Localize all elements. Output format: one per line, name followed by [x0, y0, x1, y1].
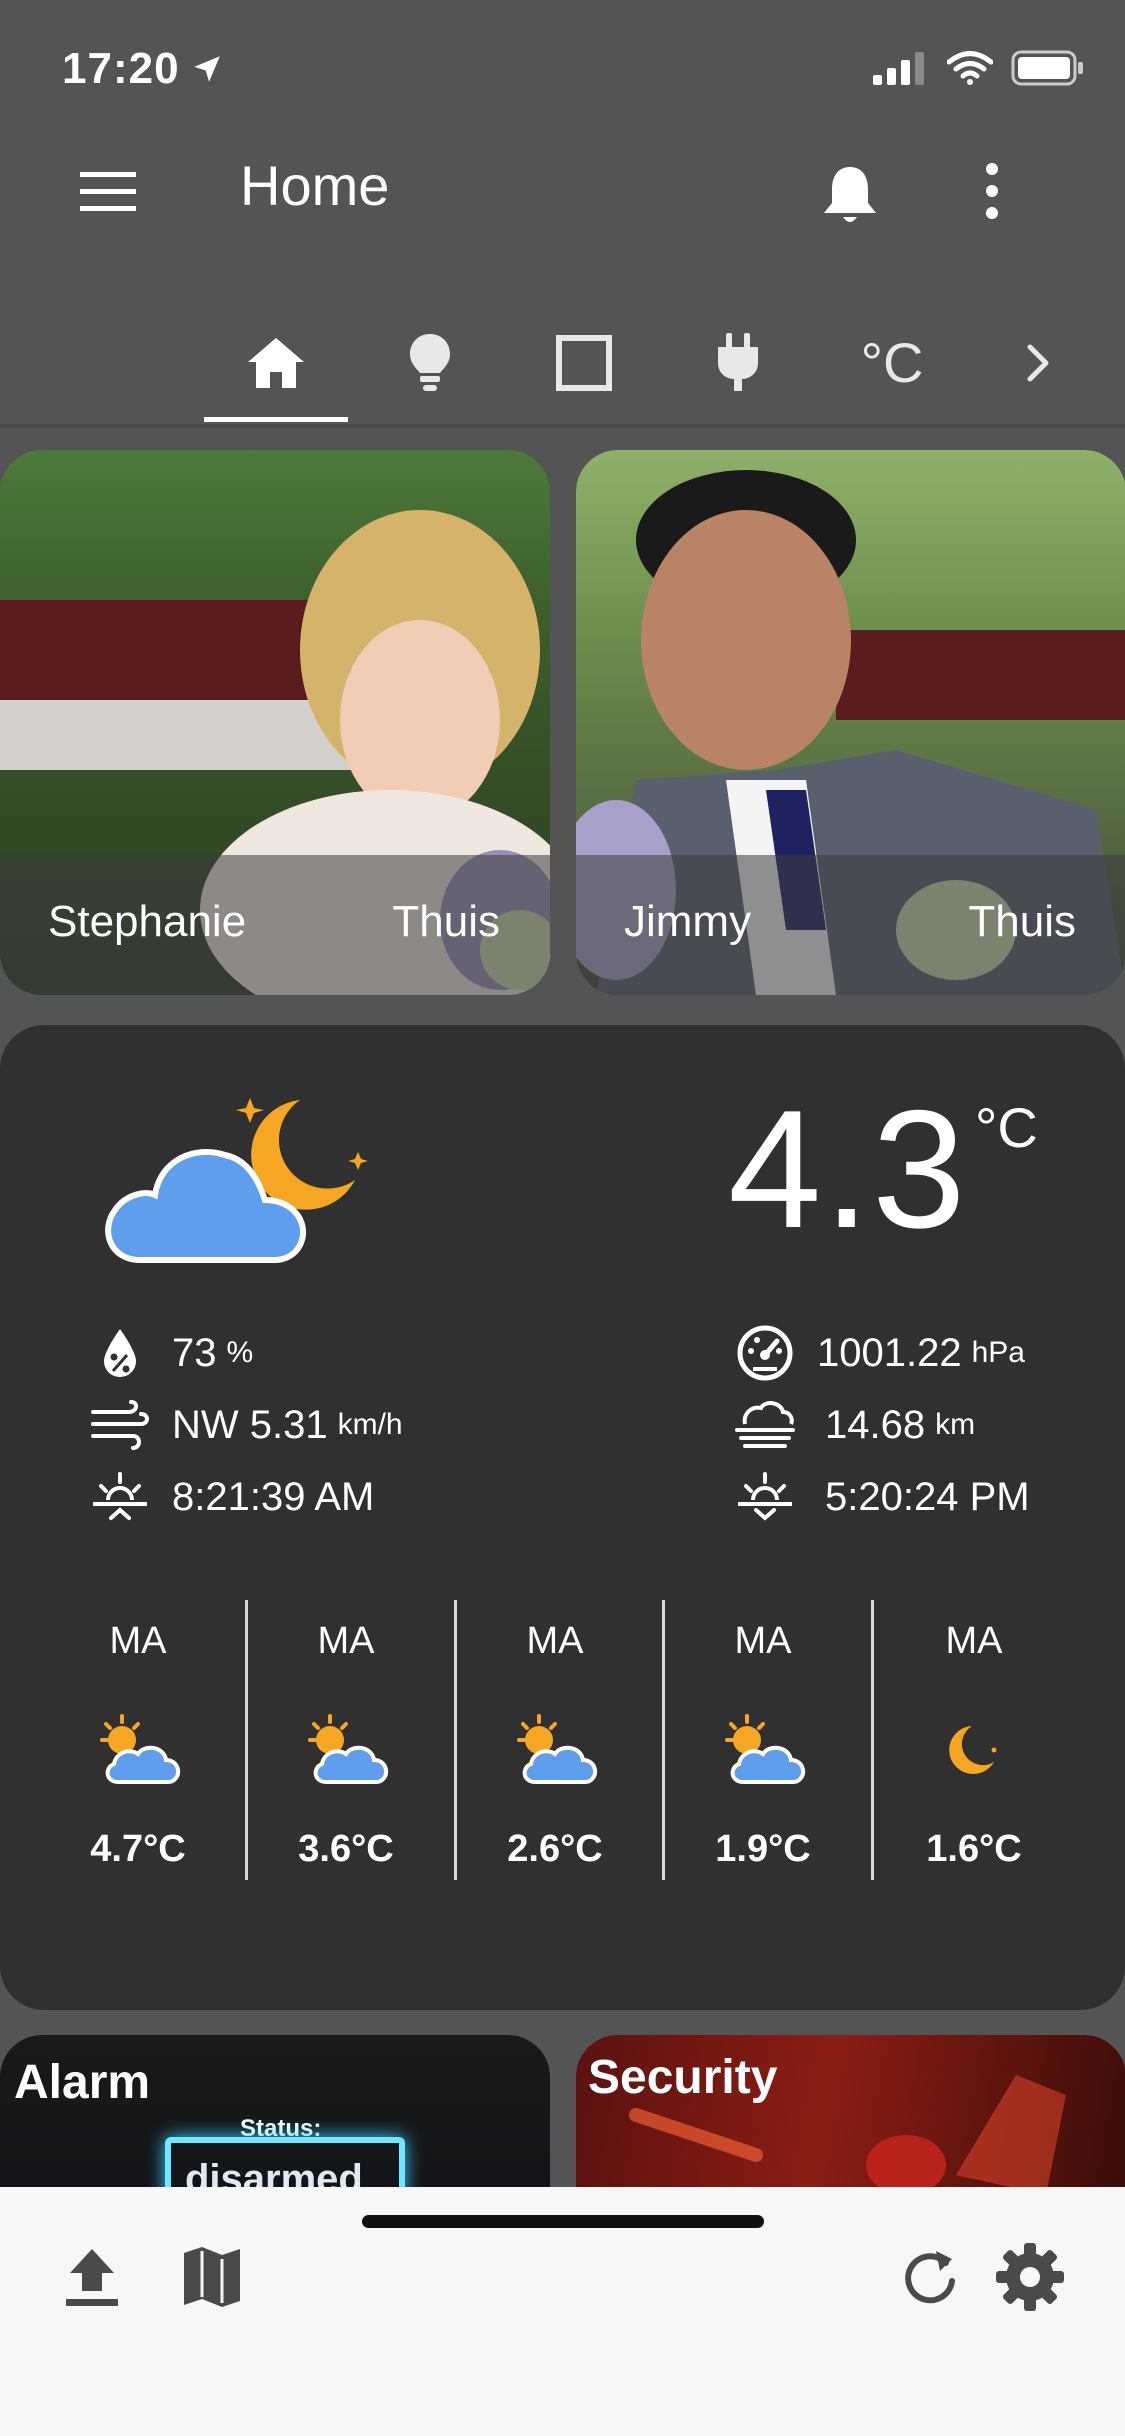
- battery-icon: [1011, 50, 1083, 86]
- upload-button[interactable]: [52, 2237, 132, 2317]
- bell-icon[interactable]: [820, 163, 880, 227]
- refresh-button[interactable]: [890, 2237, 970, 2317]
- status-bar: 17:20: [0, 0, 1125, 135]
- wind-icon: [91, 1400, 149, 1450]
- sunset-value: 5:20:24 PM: [825, 1474, 1030, 1519]
- tab-scroll-right[interactable]: [968, 300, 1108, 425]
- partly-sunny-icon: [308, 1714, 389, 1784]
- tab-lights[interactable]: [358, 300, 502, 425]
- forecast-day-label: MA: [317, 1620, 375, 1662]
- tab-switches[interactable]: [666, 300, 810, 425]
- gauge-icon: [737, 1325, 793, 1381]
- visibility-unit: km: [935, 1408, 976, 1441]
- sunrise-row: 8:21:39 AM: [90, 1469, 374, 1525]
- person-card-stephanie[interactable]: Stephanie Thuis: [0, 450, 550, 995]
- forecast-day-label: MA: [109, 1620, 167, 1662]
- person-name: Stephanie: [48, 897, 247, 946]
- partly-cloudy-night-icon: [105, 1098, 368, 1263]
- alarm-tile[interactable]: Alarm Status: disarmed: [0, 2035, 550, 2195]
- refresh-icon: [905, 2251, 955, 2304]
- partly-sunny-icon: [725, 1714, 806, 1784]
- sunrise-value: 8:21:39 AM: [172, 1474, 375, 1519]
- pressure-row: 1001.22 hPa: [735, 1325, 1025, 1381]
- forecast: MA 4.7°C MA 3.6°C MA 2.6°C MA 1.9°C MA 1…: [0, 1570, 1125, 1880]
- temperature-unit: °C: [975, 1096, 1038, 1159]
- menu-icon[interactable]: [80, 170, 136, 214]
- forecast-day-label: MA: [734, 1620, 792, 1662]
- more-vert-icon[interactable]: [978, 159, 1006, 223]
- humidity-row: 73 %: [90, 1325, 253, 1381]
- forecast-day[interactable]: MA 2.6°C: [451, 1570, 659, 1880]
- pressure-value: 1001.22: [817, 1330, 962, 1375]
- tabs-divider: [0, 424, 1125, 428]
- location-arrow-icon: [194, 56, 220, 82]
- tab-home[interactable]: [204, 300, 348, 425]
- fog-icon: [735, 1401, 795, 1448]
- forecast-temp: 2.6°C: [507, 1828, 603, 1870]
- humidity-value: 73: [172, 1330, 217, 1375]
- pressure-unit: hPa: [971, 1336, 1025, 1369]
- page-title: Home: [240, 154, 390, 217]
- map-button[interactable]: [172, 2237, 252, 2317]
- current-temperature: 4.3: [728, 1075, 968, 1263]
- forecast-day[interactable]: MA 1.9°C: [659, 1570, 867, 1880]
- sunset-icon: [738, 1472, 792, 1521]
- app-header: Home: [0, 135, 1125, 295]
- visibility-value: 14.68: [825, 1402, 926, 1447]
- chevron-right-icon: [1027, 344, 1049, 381]
- tab-climate[interactable]: °C: [820, 300, 964, 425]
- gear-icon: [996, 2243, 1064, 2311]
- forecast-day[interactable]: MA 1.6°C: [870, 1570, 1078, 1880]
- partly-sunny-icon: [517, 1714, 598, 1784]
- lightbulb-icon: [410, 333, 450, 391]
- plug-icon: [718, 332, 758, 391]
- forecast-temp: 3.6°C: [298, 1828, 394, 1870]
- forecast-day[interactable]: MA 3.6°C: [242, 1570, 450, 1880]
- status-icons: [873, 50, 1085, 86]
- forecast-temp: 1.6°C: [926, 1828, 1022, 1870]
- person-state: Thuis: [392, 897, 500, 946]
- security-title: Security: [588, 2051, 778, 2104]
- wind-row: NW 5.31 km/h: [90, 1397, 403, 1453]
- forecast-temp: 4.7°C: [90, 1828, 186, 1870]
- wind-value: NW 5.31: [172, 1402, 328, 1447]
- forecast-temp: 1.9°C: [715, 1828, 811, 1870]
- signal-icon: [873, 52, 924, 85]
- partly-sunny-icon: [100, 1714, 181, 1784]
- sunset-row: 5:20:24 PM: [735, 1469, 1030, 1525]
- alarm-title: Alarm: [14, 2056, 151, 2109]
- moon-icon: [949, 1726, 997, 1774]
- visibility-row: 14.68 km: [735, 1397, 975, 1453]
- upload-icon: [66, 2249, 118, 2306]
- security-tile[interactable]: Security: [576, 2035, 1125, 2195]
- sunrise-icon: [93, 1472, 147, 1520]
- wind-unit: km/h: [337, 1408, 403, 1441]
- tab-active-indicator: [204, 417, 348, 422]
- humidity-unit: %: [226, 1336, 254, 1369]
- weather-card[interactable]: 4.3 °C 73 % NW 5.31 km/h 8:21:39 AM 1001…: [0, 1025, 1125, 2010]
- home-indicator: [362, 2215, 764, 2228]
- forecast-day[interactable]: MA 4.7°C: [34, 1570, 242, 1880]
- person-state: Thuis: [968, 897, 1076, 946]
- person-card-jimmy[interactable]: Jimmy Thuis: [576, 450, 1125, 995]
- settings-button[interactable]: [990, 2237, 1070, 2317]
- home-icon: [248, 337, 304, 388]
- map-icon: [184, 2247, 240, 2307]
- status-time: 17:20: [62, 44, 180, 93]
- tab-bar: °C: [0, 300, 1125, 425]
- tab-covers[interactable]: [512, 300, 656, 425]
- square-icon: [556, 334, 612, 391]
- wifi-icon: [947, 51, 993, 85]
- person-name: Jimmy: [624, 897, 752, 946]
- forecast-day-label: MA: [945, 1620, 1003, 1662]
- humidity-icon: [104, 1329, 136, 1377]
- forecast-day-label: MA: [526, 1620, 584, 1662]
- celsius-icon: °C: [860, 331, 924, 394]
